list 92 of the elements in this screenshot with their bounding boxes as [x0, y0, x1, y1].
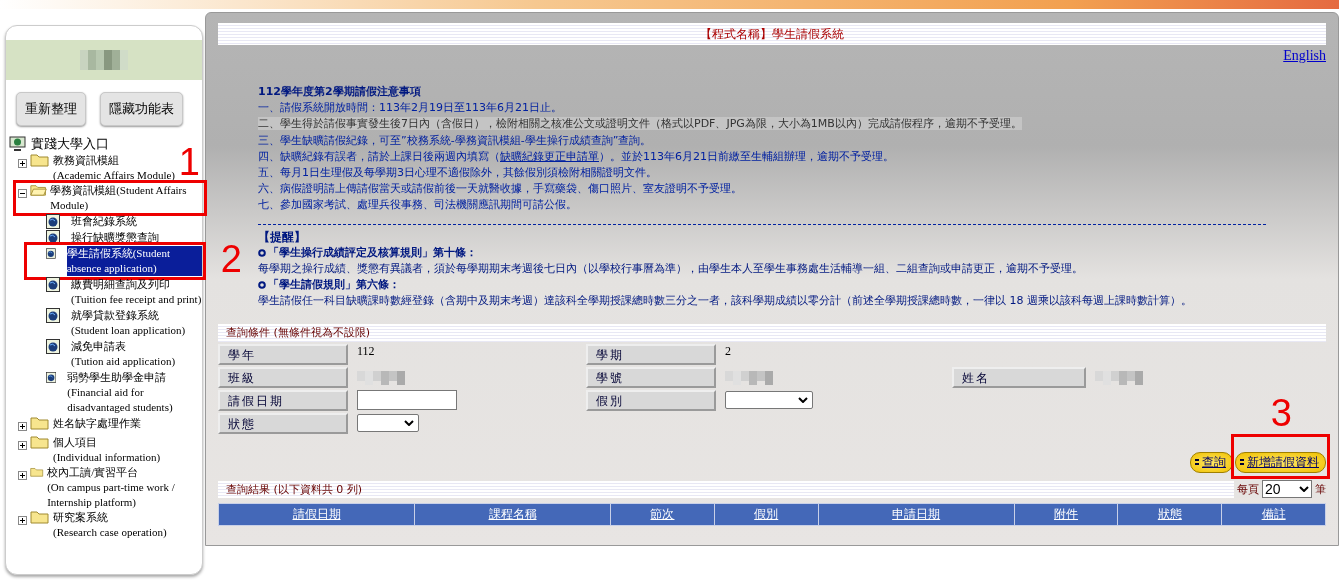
menu-item[interactable]: 姓名缺字處理作業 — [53, 416, 141, 431]
computer-icon — [9, 136, 26, 151]
dropdown[interactable] — [357, 414, 419, 433]
caret-icon — [404, 420, 414, 427]
per-page-select[interactable]: 20 — [1262, 480, 1312, 499]
folder-icon — [30, 510, 50, 524]
column-header[interactable]: 請假日期 — [218, 503, 415, 526]
menu-item[interactable]: 繳費明細查詢及列印 (Tuition fee receipt and print) — [71, 277, 202, 307]
annotation-number: 1 — [178, 143, 200, 181]
column-header[interactable]: 附件 — [1014, 503, 1118, 526]
blurred-value — [725, 370, 773, 385]
globe-page-icon — [46, 246, 56, 261]
field-label: 學號 — [586, 366, 716, 388]
tree-root[interactable]: 實踐大學入口 — [31, 136, 109, 151]
blurred-value — [357, 370, 405, 385]
menu-item[interactable]: 校內工讀/實習平台 (On campus part-time work / Internship platform) — [47, 465, 202, 510]
reminder-heading: 【提醒】 — [258, 228, 307, 245]
field-label: 姓名 — [952, 366, 1086, 388]
globe-page-icon — [46, 277, 60, 292]
rule-title: 「學生操行成績評定及核算規則」第十條： — [268, 244, 477, 261]
notice-item: 三、學生缺曠請假紀錄，可至”校務系統-學務資訊模組-學生操行成績查詢”查詢。 — [258, 133, 652, 147]
dots-icon — [1240, 459, 1244, 466]
notice-item: 一、請假系統開放時間：113年2月19日至113年6月21日止。 — [258, 101, 562, 115]
expand-icon[interactable] — [18, 471, 27, 480]
expand-icon[interactable] — [18, 422, 27, 431]
menu-item[interactable]: 班會紀錄系統 — [71, 214, 137, 229]
rule-text: 學生請假任一科目缺曠課時數經登錄（含期中及期末考週）達該科全學期授課總時數三分之一者，該科學期成績以零分計（前述全學期授課總時數，一律以 18 週乘以該科每週上課時數計算）。 — [258, 293, 1193, 310]
menu-item[interactable]: 研究案系統 (Research case operation) — [53, 510, 167, 540]
folder-icon — [30, 416, 50, 430]
folder-icon — [30, 435, 50, 449]
field-label: 班級 — [218, 366, 348, 388]
open-folder-icon — [30, 183, 48, 197]
blurred-logo — [80, 50, 128, 70]
folder-icon — [30, 153, 50, 167]
date-input[interactable] — [357, 390, 457, 411]
field-value: 112 — [356, 343, 376, 359]
menu-item[interactable]: 教務資訊模組 (Academic Affairs Module) — [53, 153, 175, 183]
menu-item[interactable]: 個人項目 (Individual information) — [53, 435, 161, 465]
expand-icon[interactable] — [18, 516, 27, 525]
annotation-number: 2 — [220, 240, 242, 278]
menu-item[interactable]: 就學貸款登錄系統 (Student loan application) — [71, 308, 186, 338]
expand-icon[interactable] — [18, 441, 27, 450]
per-page-unit: 筆 — [1315, 481, 1326, 497]
bullet-icon — [258, 248, 266, 257]
folder-icon — [30, 465, 45, 479]
language-link[interactable]: English — [1283, 48, 1326, 63]
field-label: 假別 — [586, 389, 716, 411]
annotation-number: 3 — [1270, 393, 1292, 432]
caret-icon — [798, 397, 808, 404]
field-label: 狀態 — [218, 412, 348, 434]
sidebar-button[interactable]: 隱藏功能表 — [100, 92, 183, 126]
dropdown[interactable] — [725, 391, 813, 410]
menu-item[interactable]: 學生請假系統(Student absence application) — [66, 246, 202, 276]
notice-item: 四、缺曠紀錄有誤者，請於上課日後兩週內填寫（缺曠紀錄更正申請單）。並於113年6月21日前繳至生輔組辦理，逾期不予受理。 — [258, 149, 894, 163]
per-page-label: 每頁 — [1237, 481, 1259, 497]
menu-item[interactable]: 弱勢學生助學金申請 (Financial aid for disadvantaged students) — [67, 370, 202, 415]
action-button[interactable]: 新增請假資料 — [1235, 451, 1326, 473]
form-link[interactable]: 缺曠紀錄更正申請單 — [500, 149, 599, 163]
notice-heading: 112學年度第2學期請假注意事項 — [258, 84, 422, 100]
field-value: 2 — [724, 343, 732, 359]
column-header[interactable]: 狀態 — [1117, 503, 1222, 526]
section-title: 查詢結果 (以下資料共 0 列) — [226, 481, 363, 497]
caret-icon — [1299, 486, 1309, 493]
bullet-icon — [258, 281, 266, 290]
expand-icon[interactable] — [18, 159, 27, 168]
rule-title: 「學生請假規則」第六條： — [268, 277, 400, 294]
blurred-value — [1095, 370, 1143, 385]
notice-item: 二、學生得於請假事實發生後7日內（含假日），檢附相關之核准公文或證明文件（格式以PDF、JPG為限，大小為1MB以內）完成請假程序，逾期不予受理。 — [258, 117, 1022, 131]
notice-item: 七、參加國家考試、處理兵役事務、司法機關應訊期間可請公假。 — [258, 198, 577, 212]
sidebar-button[interactable]: 重新整理 — [16, 92, 86, 126]
page-title: 【程式名稱】學生請假系統 — [700, 25, 844, 43]
field-label: 請假日期 — [218, 389, 348, 411]
column-header[interactable]: 課程名稱 — [414, 503, 611, 526]
rule-text: 每學期之操行成績、獎懲有異議者，須於每學期期末考週後七日內（以學校行事曆為準），由學生本人至學生事務處生活輔導一組、二組查詢或申請更正，逾期不予受理。 — [258, 261, 1084, 278]
field-label: 學年 — [218, 343, 348, 365]
column-header[interactable]: 節次 — [610, 503, 715, 526]
section-title: 查詢條件 (無條件視為不設限) — [226, 325, 371, 341]
globe-page-icon — [46, 370, 57, 385]
notice-item: 五、每月1日生理假及每學期3日心理不適假除外，其餘假別須檢附相關證明文件。 — [258, 166, 657, 179]
column-header[interactable]: 假別 — [714, 503, 819, 526]
globe-page-icon — [46, 214, 60, 229]
column-header[interactable]: 備註 — [1221, 503, 1326, 526]
column-header[interactable]: 申請日期 — [818, 503, 1015, 526]
globe-page-icon — [46, 308, 60, 323]
field-label: 學期 — [586, 343, 716, 365]
collapse-icon[interactable] — [18, 189, 27, 198]
menu-item[interactable]: 減免申請表 (Tution aid application) — [71, 339, 176, 369]
action-button[interactable]: 查詢 — [1190, 451, 1233, 473]
notice-item: 六、病假證明請上傳請假當天或請假前後一天就醫收據，手寫藥袋、傷口照片、室友證明不予受理。 — [258, 182, 742, 196]
globe-page-icon — [46, 339, 60, 354]
menu-item[interactable]: 學務資訊模組(Student Affairs Module) — [50, 183, 202, 213]
dots-icon — [1195, 459, 1199, 466]
